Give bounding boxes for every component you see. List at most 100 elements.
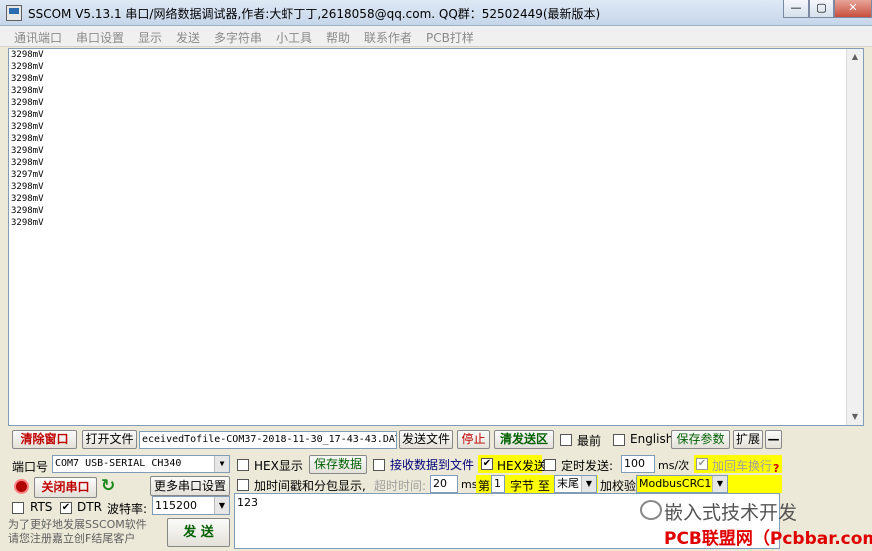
- nth-input[interactable]: 1: [491, 475, 505, 493]
- open-file-button[interactable]: 打开文件: [82, 430, 137, 449]
- save-data-button[interactable]: 保存数据: [309, 455, 367, 474]
- send-file-button[interactable]: 发送文件: [399, 430, 453, 449]
- receive-line: 3298mV: [11, 122, 44, 132]
- receive-line: 3298mV: [11, 158, 44, 168]
- timeout-unit: ms: [461, 478, 478, 491]
- baud-select[interactable]: 115200 ▼: [152, 496, 230, 515]
- topmost-checkbox[interactable]: [560, 434, 572, 446]
- receive-line: 3298mV: [11, 206, 44, 216]
- notice-line-2: 请您注册嘉立创F结尾客户: [8, 532, 136, 545]
- refresh-icon[interactable]: ↻: [101, 476, 115, 496]
- timestamp-checkbox[interactable]: [237, 479, 249, 491]
- timed-send-checkbox[interactable]: [544, 459, 556, 471]
- receive-lines: 3298mV 3298mV 3298mV 3298mV 3298mV 3298m…: [11, 49, 44, 229]
- rts-checkbox[interactable]: [12, 502, 24, 514]
- timestamp-label: 加时间戳和分包显示,: [254, 479, 366, 493]
- hex-display-label: HEX显示: [254, 459, 303, 473]
- menu-help[interactable]: 帮助: [326, 29, 350, 46]
- menu-contact-author[interactable]: 联系作者: [364, 29, 412, 46]
- receive-line: 3298mV: [11, 146, 44, 156]
- port-select[interactable]: COM7 USB-SERIAL CH340 ▼: [52, 455, 230, 473]
- timed-send-label: 定时发送:: [561, 459, 614, 473]
- end-select[interactable]: 末尾 ▼: [554, 475, 597, 493]
- menu-multi-string[interactable]: 多字符串: [214, 29, 262, 46]
- close-button[interactable]: ✕: [834, 0, 872, 18]
- checksum-value: ModbusCRC16: [639, 477, 719, 490]
- hex-display-checkbox[interactable]: [237, 459, 249, 471]
- window-title: SSCOM V5.13.1 串口/网络数据调试器,作者:大虾丁丁,2618058…: [28, 7, 601, 21]
- receive-line: 3298mV: [11, 98, 44, 108]
- add-crlf-checkbox[interactable]: ✔: [696, 458, 708, 470]
- menu-display[interactable]: 显示: [138, 29, 162, 46]
- rts-label: RTS: [30, 500, 53, 514]
- app-icon: [6, 5, 22, 21]
- topmost-label: 最前: [577, 434, 602, 448]
- add-crlf-label: 加回车换行: [712, 459, 773, 473]
- port-label: 端口号: [12, 460, 49, 474]
- stop-button[interactable]: 停止: [457, 430, 490, 449]
- hex-send-label: HEX发送: [497, 459, 546, 473]
- recv-to-file-checkbox[interactable]: [373, 459, 385, 471]
- interval-unit: ms/次: [658, 459, 690, 472]
- timeout-label: 超时时间:: [374, 479, 427, 493]
- clear-window-button[interactable]: 清除窗口: [12, 430, 77, 449]
- send-text: 123: [237, 496, 258, 509]
- baud-label: 波特率:: [107, 502, 148, 516]
- scroll-down-icon[interactable]: ▼: [847, 409, 863, 425]
- menu-comm-port[interactable]: 通讯端口: [14, 29, 62, 46]
- pcb-banner: PCB联盟网（Pcbbar.com）: [664, 529, 872, 549]
- more-serial-settings-button[interactable]: 更多串口设置: [150, 476, 230, 496]
- english-label: English: [630, 432, 674, 446]
- register-notice: 为了更好地发展SSCOM软件 请您注册嘉立创F结尾客户: [8, 518, 147, 546]
- receive-area[interactable]: 3298mV 3298mV 3298mV 3298mV 3298mV 3298m…: [8, 48, 864, 426]
- chevron-down-icon: ▼: [214, 456, 229, 472]
- baud-value: 115200: [155, 499, 197, 512]
- send-button[interactable]: 发 送: [167, 518, 230, 547]
- minimize-button[interactable]: —: [783, 0, 809, 18]
- chevron-down-icon: ▼: [712, 476, 727, 492]
- timeout-input[interactable]: 20: [430, 475, 458, 493]
- chevron-down-icon: ▼: [214, 497, 229, 514]
- recv-to-file-label: 接收数据到文件: [390, 458, 475, 472]
- expand-button[interactable]: 扩展: [733, 430, 763, 449]
- menu-serial-settings[interactable]: 串口设置: [76, 29, 124, 46]
- title-bar: SSCOM V5.13.1 串口/网络数据调试器,作者:大虾丁丁,2618058…: [0, 0, 872, 26]
- save-params-button[interactable]: 保存参数: [671, 430, 730, 449]
- clear-send-button[interactable]: 清发送区: [494, 430, 554, 449]
- receive-line: 3298mV: [11, 62, 44, 72]
- close-port-button[interactable]: 关闭串口: [34, 477, 97, 498]
- menu-bar: 通讯端口 串口设置 显示 发送 多字符串 小工具 帮助 联系作者 PCB打样: [0, 26, 872, 47]
- interval-input[interactable]: 100: [621, 455, 655, 473]
- port-status-icon: [14, 479, 29, 494]
- byte-to-label: 字节 至: [510, 479, 550, 493]
- checksum-select[interactable]: ModbusCRC16 ▼: [636, 475, 728, 493]
- receive-scrollbar[interactable]: ▲ ▼: [846, 49, 863, 425]
- receive-line: 3298mV: [11, 218, 44, 228]
- watermark-text: 嵌入式技术开发: [664, 502, 798, 524]
- receive-line: 3298mV: [11, 182, 44, 192]
- end-value: 末尾: [557, 477, 579, 490]
- chevron-down-icon: ▼: [581, 476, 596, 492]
- wechat-icon: [640, 500, 662, 520]
- scroll-up-icon[interactable]: ▲: [847, 49, 863, 65]
- english-checkbox[interactable]: [613, 434, 625, 446]
- menu-tools[interactable]: 小工具: [276, 29, 312, 46]
- file-path-field[interactable]: eceivedTofile-COM37-2018-11-30_17-43-43.…: [139, 431, 397, 449]
- receive-line: 3297mV: [11, 170, 44, 180]
- dtr-label: DTR: [77, 500, 102, 514]
- menu-send[interactable]: 发送: [176, 29, 200, 46]
- collapse-button[interactable]: —: [765, 430, 782, 449]
- receive-line: 3298mV: [11, 134, 44, 144]
- dtr-checkbox[interactable]: ✔: [60, 502, 72, 514]
- checksum-label: 加校验: [600, 479, 637, 493]
- help-mark[interactable]: ?: [773, 462, 779, 475]
- receive-line: 3298mV: [11, 110, 44, 120]
- restore-button[interactable]: ▢: [809, 0, 834, 18]
- nth-label: 第: [478, 479, 491, 493]
- port-value: COM7 USB-SERIAL CH340: [55, 458, 182, 469]
- hex-send-checkbox[interactable]: ✔: [481, 458, 493, 470]
- receive-line: 3298mV: [11, 194, 44, 204]
- checksum-highlight: [728, 475, 782, 493]
- receive-line: 3298mV: [11, 74, 44, 84]
- menu-pcb-proto[interactable]: PCB打样: [426, 29, 474, 46]
